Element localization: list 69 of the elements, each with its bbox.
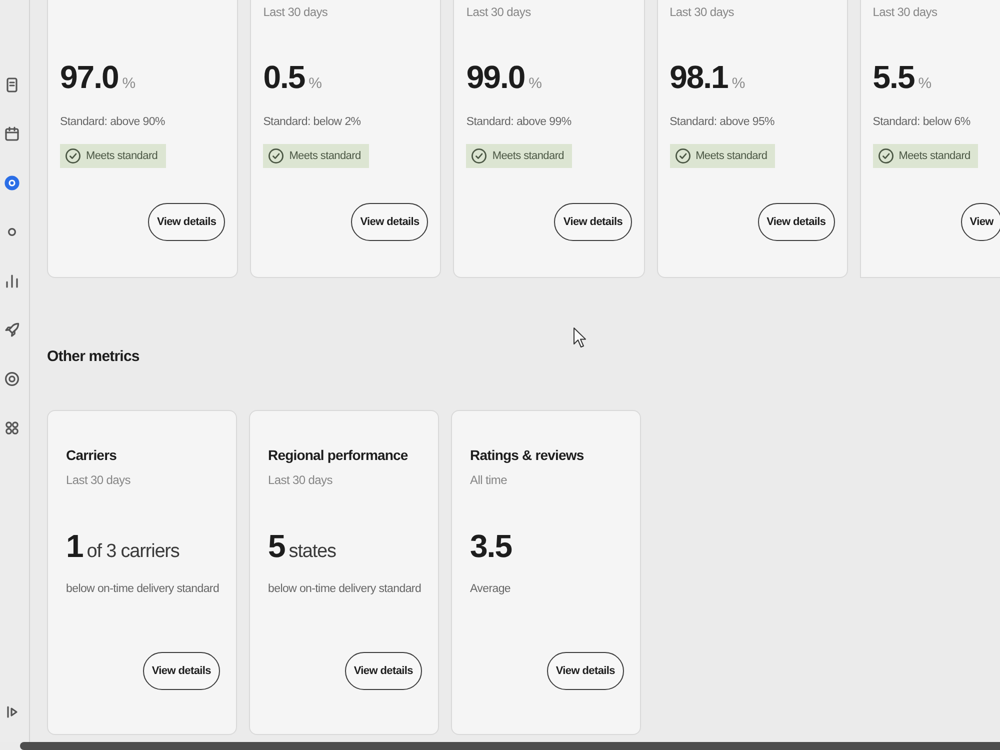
sidebar-item[interactable] <box>4 371 20 387</box>
metric-description: Average <box>470 583 511 595</box>
target-icon <box>4 371 20 387</box>
metric-value: 0.5 <box>263 60 305 94</box>
sidebar-item[interactable] <box>4 420 20 436</box>
card-title: Regional performance <box>268 447 408 463</box>
check-circle-icon <box>65 148 81 164</box>
period-label: Last 30 days <box>466 5 531 19</box>
view-details-button[interactable]: View details <box>554 203 632 241</box>
view-details-button[interactable]: View details <box>142 652 220 690</box>
metric-value: 97.0 <box>60 60 118 94</box>
period-label: Last 30 days <box>670 5 734 19</box>
metric-value: 5.5 <box>872 60 914 94</box>
metric-unit: % <box>732 75 746 92</box>
period-label: Last 30 days <box>263 5 328 19</box>
view-details-button[interactable]: View details <box>546 652 624 690</box>
status-text: Meets standard <box>86 150 158 162</box>
check-circle-icon <box>268 148 284 164</box>
horizontal-scrollbar[interactable] <box>20 742 1000 750</box>
standard-text: Standard: above 90% <box>60 116 165 128</box>
view-details-button[interactable]: View details <box>351 203 428 241</box>
metric-unit: % <box>528 75 542 92</box>
metric-unit: % <box>918 75 932 92</box>
bar-chart-icon <box>4 273 20 289</box>
sidebar-toggle-icon[interactable] <box>4 704 20 720</box>
status-text: Meets standard <box>492 150 564 162</box>
metric-value: 98.1 <box>670 60 728 94</box>
metric-unit: states <box>288 541 336 563</box>
metric-value: 1 <box>66 529 83 563</box>
metric-unit: of 3 carriers <box>86 541 180 563</box>
status-text: Meets standard <box>289 150 361 162</box>
check-circle-icon <box>674 148 691 164</box>
metric-value: 5 <box>268 529 285 563</box>
metric-unit: % <box>122 75 136 92</box>
sidebar-item[interactable] <box>4 322 20 338</box>
sidebar-item[interactable] <box>4 273 20 289</box>
calendar-icon <box>4 126 20 142</box>
status-text: Meets standard <box>898 150 970 162</box>
standard-text: Standard: above 95% <box>670 116 774 128</box>
sidebar-item[interactable] <box>4 126 20 142</box>
mouse-pointer-icon <box>573 327 586 348</box>
period-label: Last 30 days <box>66 473 130 487</box>
circle-icon <box>4 175 20 191</box>
card-title: Ratings & reviews <box>470 447 584 463</box>
check-circle-icon <box>878 148 894 164</box>
metric-description: below on-time delivery standard <box>268 583 422 595</box>
metric-description: below on-time delivery standard <box>66 583 220 595</box>
document-icon <box>4 77 20 93</box>
view-details-button[interactable]: View <box>960 203 1000 241</box>
view-details-button[interactable]: View details <box>148 203 226 241</box>
standard-text: Standard: below 2% <box>263 116 361 128</box>
card-title: Carriers <box>66 447 117 463</box>
metric-value: 3.5 <box>470 529 512 563</box>
metric-unit: % <box>308 75 322 92</box>
sidebar-item[interactable] <box>4 77 20 93</box>
standard-text: Standard: above 99% <box>466 116 572 128</box>
status-text: Meets standard <box>696 150 768 162</box>
standard-text: Standard: below 6% <box>872 116 970 128</box>
sidebar-item[interactable] <box>4 175 20 191</box>
rocket-icon <box>4 322 20 338</box>
view-details-button[interactable]: View details <box>758 203 835 241</box>
period-label: Last 30 days <box>872 5 938 19</box>
four-circles-icon <box>4 420 20 436</box>
period-label: Last 30 days <box>268 473 332 487</box>
section-heading: Other metrics <box>47 348 140 366</box>
check-circle-icon <box>471 148 488 164</box>
view-details-button[interactable]: View details <box>344 652 422 690</box>
metric-value: 99.0 <box>466 60 525 94</box>
period-label: All time <box>470 473 507 487</box>
